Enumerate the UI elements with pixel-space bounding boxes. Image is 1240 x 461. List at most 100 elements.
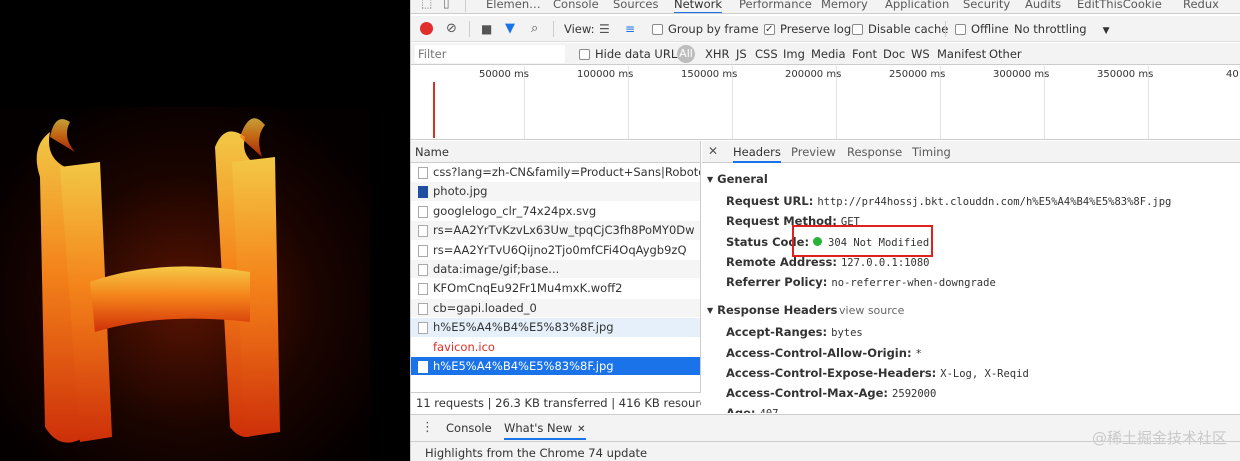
disable-cache-checkbox[interactable]	[852, 24, 863, 35]
close-icon[interactable]: ✕	[708, 144, 718, 158]
filter-bar: Hide data URLs All XHR JS CSS Img Media …	[411, 43, 1240, 65]
header-key: Access-Control-Max-Age:	[726, 386, 889, 400]
disable-cache-toggle[interactable]: Disable cache	[852, 21, 948, 37]
throttling-select[interactable]: No throttling ▼	[1014, 21, 1110, 37]
filter-icon[interactable]: ▼	[505, 21, 515, 37]
overview-icon[interactable]: ≡	[625, 21, 635, 37]
image-file-icon	[418, 186, 428, 199]
tab-application[interactable]: Application	[885, 0, 949, 13]
filter-type-css[interactable]: CSS	[755, 46, 778, 62]
tab-response[interactable]: Response	[847, 145, 902, 159]
drawer-tab-whats-new[interactable]: What's New ✕	[504, 421, 586, 440]
general-section-header[interactable]: ▼ General	[707, 172, 768, 186]
offline-checkbox[interactable]	[955, 24, 966, 35]
filter-type-other[interactable]: Other	[989, 46, 1022, 62]
tab-headers[interactable]: Headers	[733, 145, 781, 163]
triangle-down-icon: ▼	[707, 306, 714, 315]
hide-data-urls-toggle[interactable]: Hide data URLs	[579, 46, 683, 62]
table-row[interactable]: KFOmCnqEu92Fr1Mu4mxK.woff2	[411, 279, 700, 299]
device-toolbar-icon[interactable]: ▯	[443, 0, 457, 10]
request-name: rs=AA2YrTvU6Qijno2Tjo0mfCFi4OqAygb9zQ	[433, 242, 687, 257]
tab-console[interactable]: Console	[553, 0, 599, 13]
filter-type-doc[interactable]: Doc	[883, 46, 905, 62]
network-toolbar: ⊘ ■ ▼ ⌕ View: ☰ ≡ Group by frame Preserv…	[411, 16, 1240, 42]
hide-data-urls-label: Hide data URLs	[595, 47, 684, 61]
filter-type-ws[interactable]: WS	[911, 46, 930, 62]
timeline-tick-label: 150000 ms	[681, 69, 738, 80]
table-row[interactable]: googlelogo_clr_74x24px.svg	[411, 202, 700, 222]
name-column-header[interactable]: Name	[411, 141, 700, 163]
chevron-down-icon: ▼	[1102, 26, 1110, 36]
page-viewport	[0, 0, 410, 461]
header-row: Accept-Ranges: bytes	[726, 325, 863, 339]
panel-tabbar: ⬚ ▯ Elemen… Console Sources Network Perf…	[411, 0, 1240, 14]
tab-security[interactable]: Security	[963, 0, 1010, 13]
timeline-tick-label: 50000 ms	[479, 69, 529, 80]
drawer-tab-console[interactable]: Console	[446, 421, 492, 435]
header-row: Request URL: http://pr44hossj.bkt.clouddn…	[726, 194, 1171, 208]
response-headers-section-header[interactable]: ▼ Response Headers	[707, 303, 837, 317]
table-row[interactable]: css?lang=zh-CN&family=Product+Sans|Robot…	[411, 163, 700, 183]
header-value: bytes	[831, 327, 863, 339]
preserve-log-label: Preserve log	[780, 22, 852, 36]
tab-sources[interactable]: Sources	[613, 0, 659, 13]
request-name: data:image/gif;base...	[433, 261, 560, 276]
table-row[interactable]: data:image/gif;base...	[411, 259, 700, 280]
large-rows-icon[interactable]: ☰	[599, 21, 610, 37]
tab-redux[interactable]: Redux	[1183, 0, 1219, 13]
group-by-frame-toggle[interactable]: Group by frame	[652, 21, 759, 37]
group-by-frame-checkbox[interactable]	[652, 24, 663, 35]
tab-memory[interactable]: Memory	[821, 0, 868, 13]
preserve-log-checkbox[interactable]	[764, 22, 775, 38]
view-source-link[interactable]: view source	[839, 304, 904, 317]
file-icon	[418, 322, 428, 335]
preserve-log-toggle[interactable]: Preserve log	[764, 21, 852, 38]
table-row[interactable]: rs=AA2YrTvKzvLx63Uw_tpqCjC3fh8PoMY0Dw	[411, 221, 700, 241]
watermark-text: @稀土掘金技术社区	[1091, 429, 1227, 447]
filter-input[interactable]	[415, 45, 565, 63]
filter-type-manifest[interactable]: Manifest	[937, 46, 986, 62]
header-value: 127.0.0.1:1080	[840, 257, 930, 269]
table-row[interactable]: favicon.ico	[411, 338, 700, 357]
video-capture-icon[interactable]: ■	[481, 21, 492, 37]
more-options-icon[interactable]: ⋮	[421, 420, 434, 435]
inspect-element-icon[interactable]: ⬚	[421, 0, 435, 10]
filter-type-js[interactable]: JS	[736, 46, 747, 62]
clear-icon[interactable]: ⊘	[446, 21, 457, 37]
table-row-selected[interactable]: h%E5%A4%B4%E5%83%8F.jpg	[411, 356, 700, 377]
tab-performance[interactable]: Performance	[739, 0, 812, 13]
hide-data-urls-checkbox[interactable]	[579, 49, 590, 60]
record-button[interactable]	[420, 22, 433, 35]
bottom-drawer: ⋮ Console What's New ✕ Highlights from th…	[411, 414, 1240, 461]
header-key: Accept-Ranges:	[726, 325, 828, 339]
tab-timing[interactable]: Timing	[912, 145, 951, 159]
filter-type-xhr[interactable]: XHR	[705, 46, 730, 62]
table-row[interactable]: h%E5%A4%B4%E5%83%8F.jpg	[411, 318, 700, 338]
flaming-letter-image	[0, 107, 370, 461]
timeline-request-marker	[433, 82, 435, 138]
offline-label: Offline	[971, 22, 1009, 36]
header-key: Access-Control-Expose-Headers:	[726, 366, 937, 380]
table-row[interactable]: rs=AA2YrTvU6Qijno2Tjo0mfCFi4OqAygb9zQ	[411, 241, 700, 260]
header-row: Age: 407	[726, 406, 779, 413]
tab-editthiscookie[interactable]: EditThisCookie	[1077, 0, 1162, 13]
network-summary-bar: 11 requests | 26.3 KB transferred | 416 …	[411, 392, 701, 413]
close-icon[interactable]: ✕	[577, 424, 585, 435]
search-icon[interactable]: ⌕	[531, 21, 538, 37]
throttling-value: No throttling	[1014, 22, 1087, 36]
filter-type-img[interactable]: Img	[783, 46, 805, 62]
tab-elements[interactable]: Elemen…	[486, 0, 541, 13]
network-timeline-overview[interactable]: 50000 ms 100000 ms 150000 ms 200000 ms 2…	[411, 66, 1240, 140]
request-name: css?lang=zh-CN&family=Product+Sans|Robot…	[433, 165, 700, 179]
table-row[interactable]: cb=gapi.loaded_0	[411, 298, 700, 319]
table-row[interactable]: photo.jpg	[411, 182, 700, 202]
tab-preview[interactable]: Preview	[791, 145, 836, 159]
filter-type-media[interactable]: Media	[811, 46, 846, 62]
header-key: Referrer Policy:	[726, 275, 828, 289]
offline-toggle[interactable]: Offline	[955, 21, 1009, 37]
file-icon	[418, 167, 428, 179]
filter-type-font[interactable]: Font	[852, 46, 877, 62]
tab-network[interactable]: Network	[674, 0, 723, 13]
filter-type-all[interactable]: All	[677, 45, 695, 63]
tab-audits[interactable]: Audits	[1025, 0, 1061, 13]
